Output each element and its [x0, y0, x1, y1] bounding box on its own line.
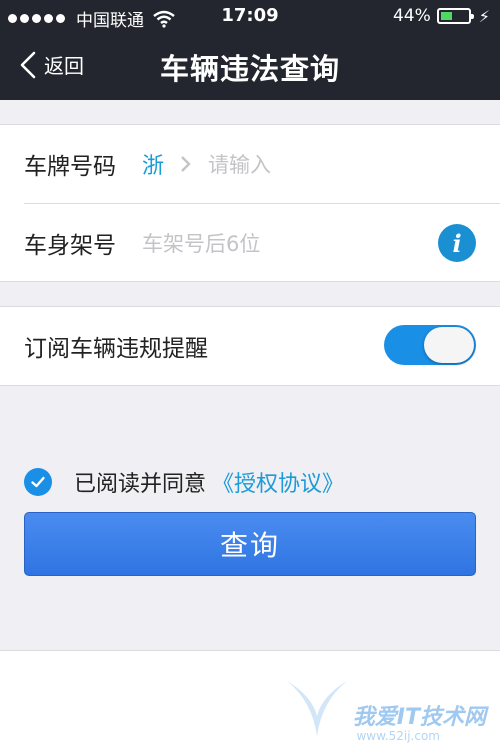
chevron-right-icon [181, 156, 191, 172]
query-button[interactable]: 查询 [24, 512, 476, 576]
agreement-text: 已阅读并同意 [74, 472, 207, 497]
agreement-row: 已阅读并同意 《授权协议》 [24, 466, 344, 498]
subscribe-toggle[interactable] [384, 325, 476, 365]
watermark-logo-icon [287, 681, 347, 736]
battery-fill [440, 12, 452, 20]
status-bar: 中国联通 17:09 44% ⚡ [0, 0, 500, 34]
toggle-knob [424, 327, 474, 363]
vin-row[interactable]: 车身架号 车架号后6位 i [24, 203, 500, 281]
province-selector[interactable]: 浙 [142, 148, 164, 180]
plate-row[interactable]: 车牌号码 浙 请输入 [0, 125, 500, 203]
watermark-url: www.52ij.com [356, 729, 440, 743]
plate-number-input[interactable]: 请输入 [208, 149, 271, 179]
vin-label: 车身架号 [24, 232, 116, 259]
vin-input[interactable]: 车架号后6位 [142, 228, 260, 258]
status-right: 44% ⚡ [393, 6, 490, 26]
info-icon[interactable]: i [438, 224, 476, 262]
checkmark-icon [31, 476, 45, 488]
plate-label: 车牌号码 [24, 154, 116, 180]
page-title: 车辆违法查询 [159, 52, 340, 86]
top-bar: 中国联通 17:09 44% ⚡ 返回 车辆违法查询 [0, 0, 500, 100]
subscribe-row: 订阅车辆违规提醒 [0, 307, 500, 385]
charging-bolt-icon: ⚡ [478, 6, 490, 26]
battery-percent: 44% [392, 6, 431, 26]
battery-icon [436, 8, 474, 24]
subscribe-label: 订阅车辆违规提醒 [24, 336, 208, 362]
subscribe-group: 订阅车辆违规提醒 [0, 306, 500, 386]
vehicle-form: 车牌号码 浙 请输入 车身架号 车架号后6位 i [0, 124, 500, 282]
agreement-link[interactable]: 《授权协议》 [212, 466, 344, 498]
navigation-bar: 返回 车辆违法查询 [0, 34, 500, 100]
bottom-area: 我爱IT技术网 www.52ij.com [0, 650, 500, 750]
watermark-text: 我爱IT技术网 [352, 705, 486, 730]
agree-checkbox[interactable] [24, 468, 52, 496]
